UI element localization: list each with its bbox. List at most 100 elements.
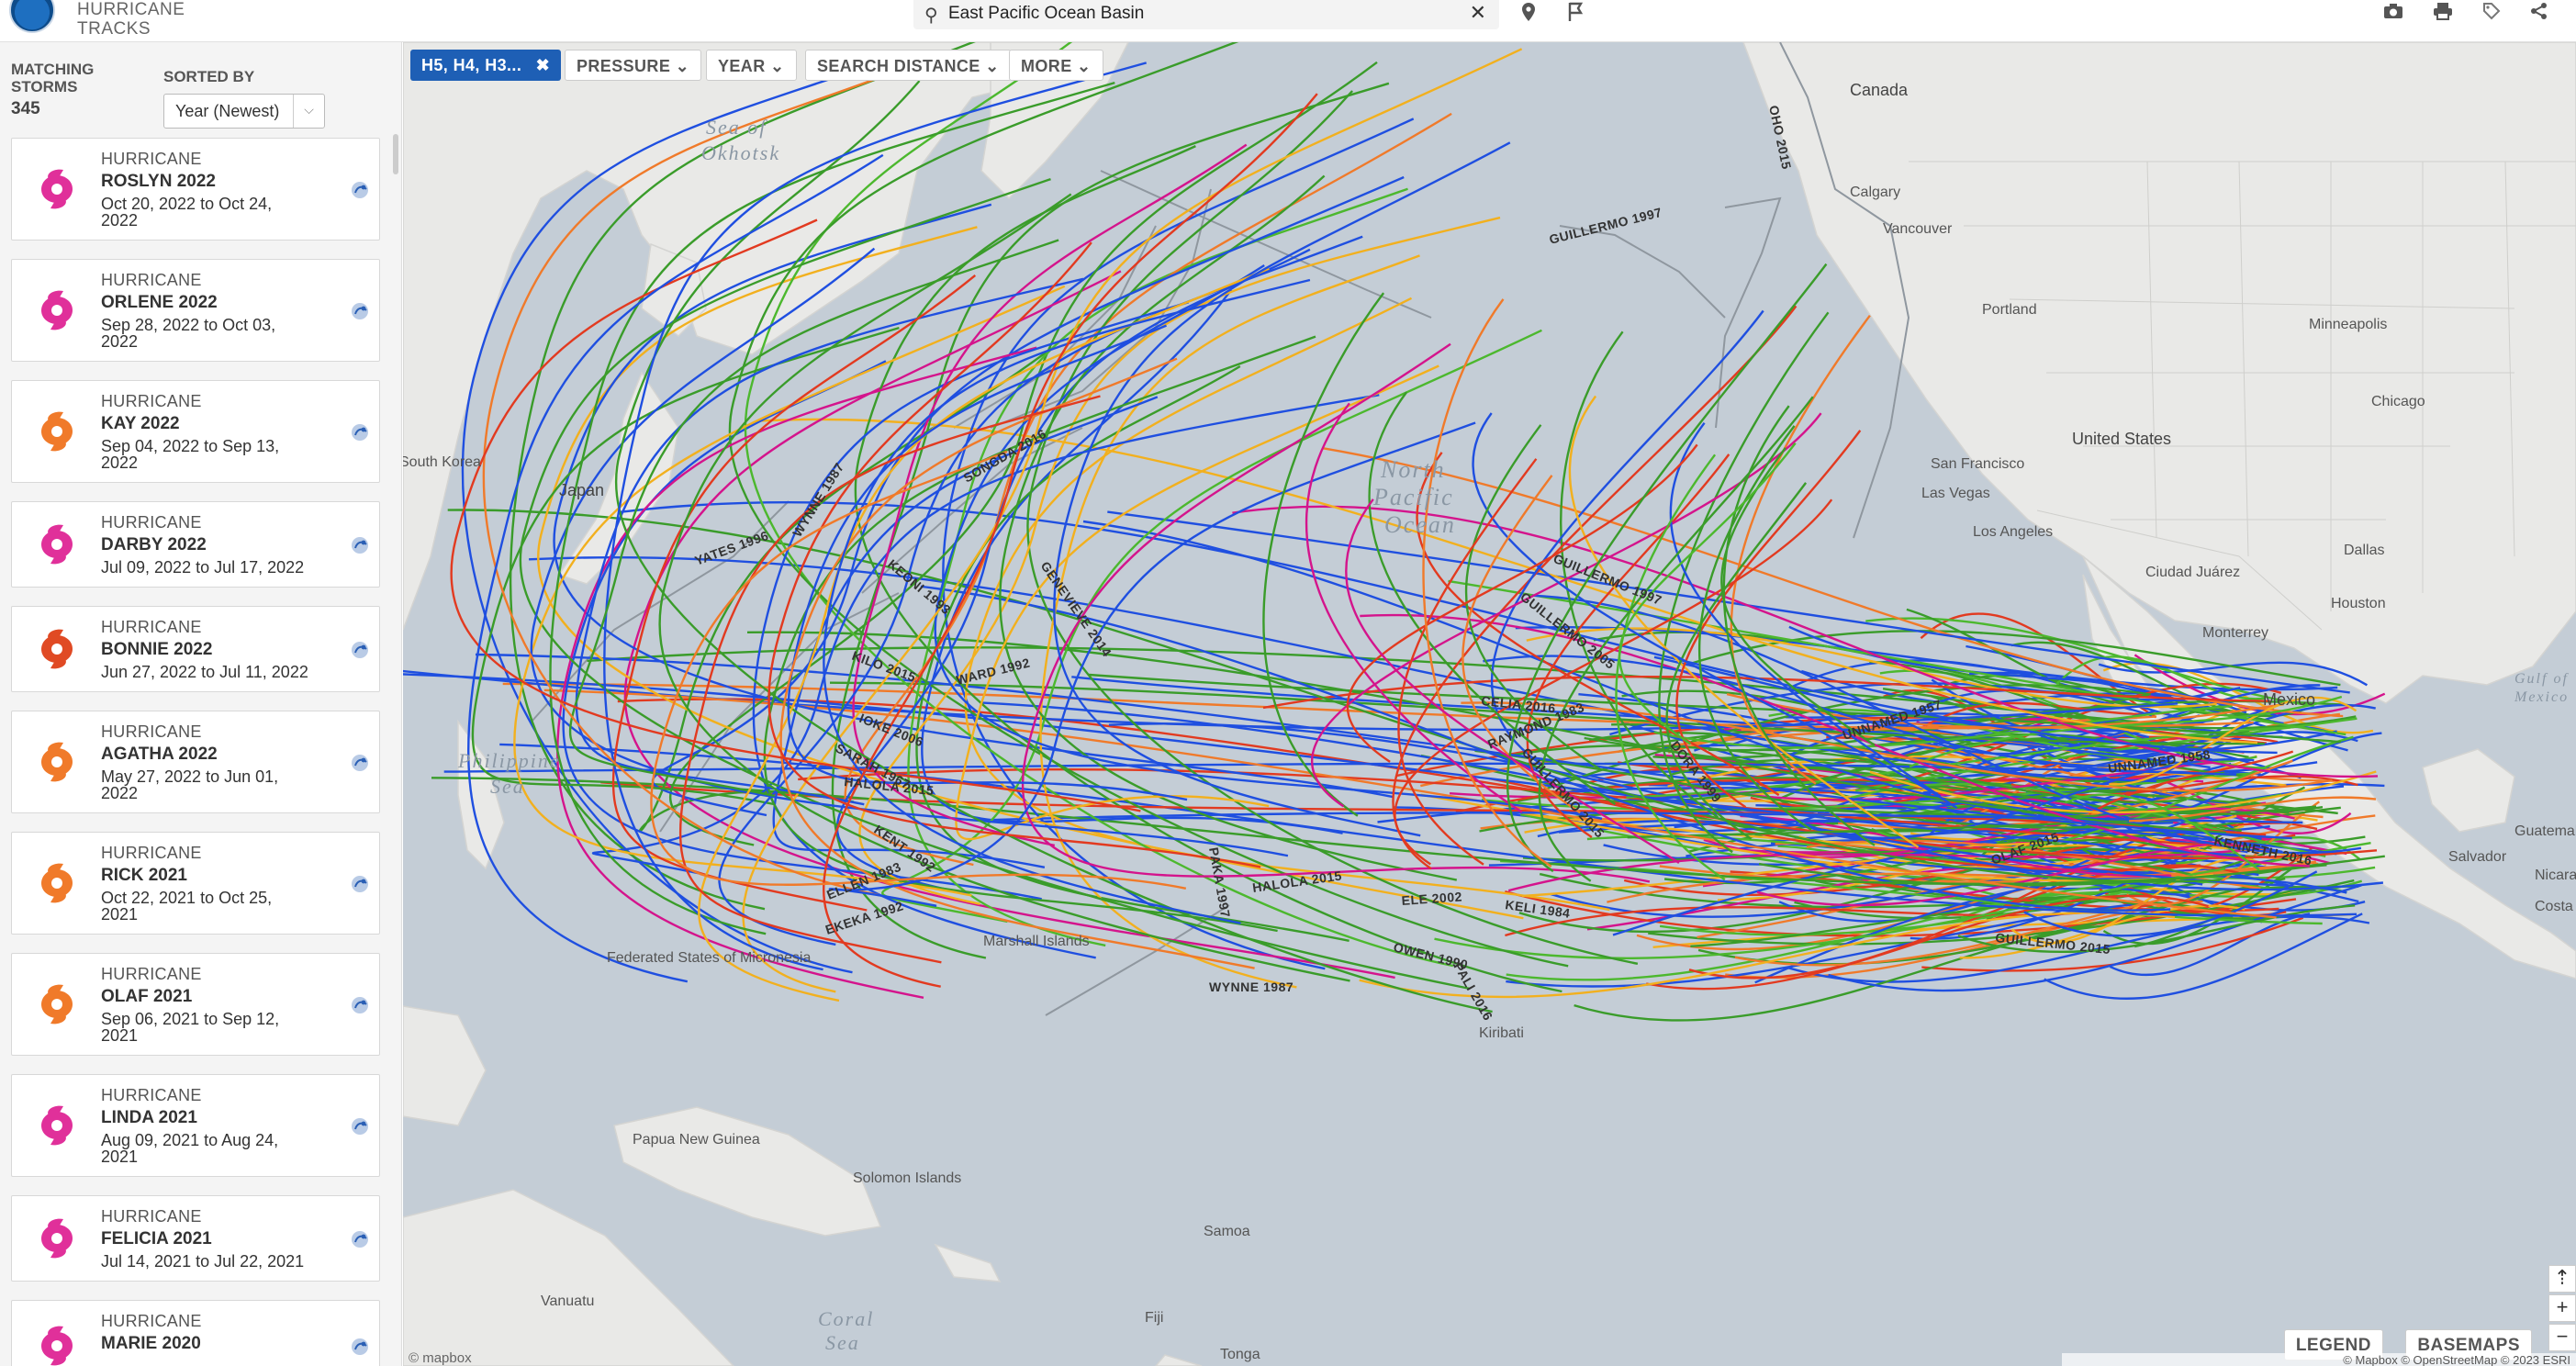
hurricane-symbol-icon — [41, 1326, 73, 1366]
storm-card[interactable]: HURRICANE DARBY 2022 Jul 09, 2022 to Jul 1… — [11, 501, 380, 588]
zoom-to-storm-icon[interactable] — [348, 299, 372, 323]
search-distance-filter-chip[interactable]: SEARCH DISTANCE ⌄ — [805, 50, 1012, 81]
flag-icon[interactable] — [1568, 2, 1585, 28]
geo-label: Vanuatu — [541, 1293, 594, 1309]
noaa-logo-icon — [9, 0, 55, 33]
hurricane-symbol-icon — [41, 524, 73, 565]
chevron-down-icon: ⌵ — [293, 95, 324, 128]
zoom-to-storm-icon[interactable] — [348, 420, 372, 444]
share-icon[interactable] — [2530, 2, 2548, 26]
sort-select[interactable]: Year (Newest) ⌵ — [163, 94, 325, 129]
pressure-filter-chip[interactable]: PRESSURE ⌄ — [565, 50, 702, 81]
zoom-to-storm-icon[interactable] — [348, 993, 372, 1017]
zoom-to-storm-icon[interactable] — [348, 1227, 372, 1251]
storm-name: KAY 2022 — [101, 414, 180, 433]
ocean-label: Gulf of — [2514, 671, 2569, 687]
zoom-to-storm-icon[interactable] — [348, 533, 372, 557]
chevron-down-icon: ⌄ — [985, 57, 1000, 75]
storm-type: HURRICANE — [101, 150, 202, 168]
geo-label: Marshall Islands — [983, 934, 1090, 949]
storm-dates: Oct 20, 2022 to Oct 24, 2022 — [101, 195, 273, 230]
year-filter-chip[interactable]: YEAR ⌄ — [706, 50, 797, 81]
storm-name: AGATHA 2022 — [101, 745, 218, 764]
zoom-in-button[interactable]: + — [2548, 1294, 2576, 1322]
geo-label: South Korea — [403, 454, 481, 470]
map-canvas[interactable]: Sea of Okhotsk North Pacific Ocean Phili… — [403, 42, 2576, 1366]
sorted-by-label: SORTED BY — [163, 68, 255, 85]
storm-dates: May 27, 2022 to Jun 01, 2022 — [101, 767, 279, 802]
ocean-label: Sea — [490, 775, 525, 798]
zoom-to-storm-icon[interactable] — [348, 1335, 372, 1359]
clear-search-icon[interactable]: ✕ — [1470, 1, 1486, 25]
zoom-to-storm-icon[interactable] — [348, 178, 372, 202]
sort-select-value: Year (Newest) — [175, 102, 280, 120]
track-label: PAKA 1997 — [1206, 846, 1233, 919]
storm-card[interactable]: HURRICANE ORLENE 2022 Sep 28, 2022 to Oct … — [11, 259, 380, 362]
storm-type: HURRICANE — [101, 513, 202, 532]
sidebar-scrollbar[interactable] — [393, 134, 398, 174]
zoom-out-button[interactable]: − — [2548, 1324, 2576, 1351]
storm-card[interactable]: HURRICANE OLAF 2021 Sep 06, 2021 to Sep 12… — [11, 953, 380, 1056]
hurricane-symbol-icon — [41, 1218, 73, 1259]
geo-label: Portland — [1982, 302, 2037, 318]
geo-label: Vancouver — [1883, 221, 1953, 237]
storm-type: HURRICANE — [101, 1207, 202, 1226]
ocean-label: Sea of — [706, 116, 767, 139]
geo-label: Mexico — [2263, 690, 2315, 709]
map-attribution: © Mapbox © OpenStreetMap © 2023 ESRI — [2062, 1353, 2576, 1366]
ocean-label: Ocean — [1384, 511, 1456, 538]
geo-label: Papua New Guinea — [633, 1132, 760, 1148]
storm-name: RICK 2021 — [101, 866, 187, 885]
matching-storms-count: 345 — [11, 99, 40, 118]
storm-card[interactable]: HURRICANE RICK 2021 Oct 22, 2021 to Oct 25… — [11, 832, 380, 935]
zoom-to-storm-icon[interactable] — [348, 1114, 372, 1138]
location-pin-icon[interactable] — [1520, 2, 1537, 28]
storm-card[interactable]: HURRICANE AGATHA 2022 May 27, 2022 to Jun … — [11, 711, 380, 813]
geo-label: Nicaragua — [2535, 868, 2576, 883]
storm-name: BONNIE 2022 — [101, 640, 213, 659]
print-icon[interactable] — [2433, 2, 2453, 26]
geo-label: Las Vegas — [1921, 486, 1990, 501]
storm-card[interactable]: HURRICANE MARIE 2020 — [11, 1300, 380, 1366]
hurricane-track — [1491, 309, 1764, 767]
storm-name: LINDA 2021 — [101, 1108, 197, 1127]
storm-card[interactable]: HURRICANE ROSLYN 2022 Oct 20, 2022 to Oct … — [11, 138, 380, 241]
intensity-filter-chip[interactable]: H5, H4, H3... ✖ — [410, 50, 562, 81]
zoom-to-storm-icon[interactable] — [348, 872, 372, 896]
geo-label: Japan — [559, 481, 604, 499]
storm-name: MARIE 2020 — [101, 1334, 201, 1353]
geo-label: Kiribati — [1479, 1025, 1524, 1041]
zoom-to-storm-icon[interactable] — [348, 751, 372, 775]
storm-name: ORLENE 2022 — [101, 293, 218, 312]
hurricane-symbol-icon — [41, 984, 73, 1024]
tag-icon[interactable] — [2482, 2, 2501, 26]
storm-name: OLAF 2021 — [101, 987, 193, 1006]
storm-dates: Jun 27, 2022 to Jul 11, 2022 — [101, 663, 308, 681]
storm-dates: Sep 28, 2022 to Oct 03, 2022 — [101, 316, 276, 351]
search-icon: ⚲ — [924, 6, 938, 26]
storm-card[interactable]: HURRICANE LINDA 2021 Aug 09, 2021 to Aug 2… — [11, 1074, 380, 1177]
geo-label: Los Angeles — [1973, 524, 2053, 540]
ocean-label: Sea — [825, 1331, 860, 1354]
geo-label: Costa Rica — [2535, 899, 2576, 914]
zoom-to-storm-icon[interactable] — [348, 638, 372, 662]
search-input[interactable] — [948, 2, 1444, 26]
search-box: ⚲ ✕ — [913, 0, 1499, 29]
remove-filter-icon[interactable]: ✖ — [536, 56, 550, 74]
track-label: GUILLERMO 1997 — [1548, 205, 1663, 247]
storm-dates: Sep 04, 2022 to Sep 13, 2022 — [101, 437, 280, 472]
storm-card[interactable]: HURRICANE FELICIA 2021 Jul 14, 2021 to Jul… — [11, 1195, 380, 1282]
chevron-down-icon: ⌄ — [770, 57, 785, 75]
more-filter-chip[interactable]: MORE ⌄ — [1009, 50, 1103, 81]
camera-icon[interactable] — [2383, 2, 2403, 26]
hurricane-symbol-icon — [41, 742, 73, 782]
intensity-filter-label: H5, H4, H3... — [421, 56, 522, 74]
storm-name: FELICIA 2021 — [101, 1229, 212, 1248]
storm-card[interactable]: HURRICANE KAY 2022 Sep 04, 2022 to Sep 13,… — [11, 380, 380, 483]
geo-label: Ciudad Juárez — [2145, 565, 2240, 580]
chevron-down-icon: ⌄ — [675, 57, 690, 75]
map-view[interactable]: Sea of Okhotsk North Pacific Ocean Phili… — [403, 42, 2576, 1366]
compass-icon[interactable]: ⇡ — [2548, 1265, 2576, 1293]
results-sidebar: MATCHING STORMS 345 SORTED BY Year (Newe… — [0, 42, 402, 1366]
storm-card[interactable]: HURRICANE BONNIE 2022 Jun 27, 2022 to Jul … — [11, 606, 380, 692]
